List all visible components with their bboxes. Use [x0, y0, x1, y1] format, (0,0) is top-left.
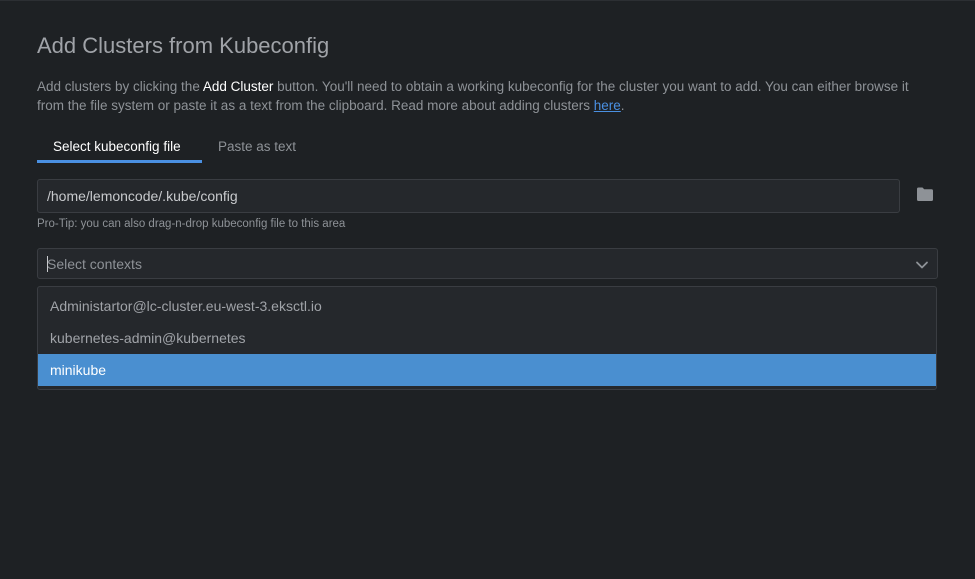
context-option[interactable]: kubernetes-admin@kubernetes: [38, 322, 936, 354]
read-more-link[interactable]: here: [594, 98, 621, 113]
tab-select-kubeconfig-file[interactable]: Select kubeconfig file: [37, 133, 202, 163]
window-top-border: [0, 0, 975, 1]
add-cluster-emphasis: Add Cluster: [202, 79, 274, 94]
tab-paste-as-text[interactable]: Paste as text: [202, 133, 312, 163]
browse-folder-button[interactable]: [916, 186, 938, 206]
kubeconfig-path-input[interactable]: [37, 179, 900, 213]
chevron-down-icon[interactable]: [915, 258, 929, 272]
contexts-select-placeholder: Select contexts: [47, 256, 142, 272]
context-option[interactable]: Administartor@lc-cluster.eu-west-3.eksct…: [38, 290, 936, 322]
contexts-select[interactable]: Select contexts: [37, 248, 938, 279]
context-option-highlighted[interactable]: minikube: [38, 354, 936, 386]
page-title: Add Clusters from Kubeconfig: [37, 33, 330, 58]
description-text-1: Add clusters by clicking the: [37, 79, 203, 94]
source-tabs: Select kubeconfig file Paste as text: [37, 133, 337, 163]
text-cursor: [47, 256, 48, 272]
description-text-3: .: [620, 98, 625, 113]
drag-drop-tip: Pro-Tip: you can also drag-n-drop kubeco…: [37, 218, 346, 230]
folder-icon: [917, 187, 933, 201]
contexts-dropdown-menu: Administartor@lc-cluster.eu-west-3.eksct…: [37, 286, 937, 390]
page-description: Add clusters by clicking the Add Cluster…: [37, 77, 937, 115]
